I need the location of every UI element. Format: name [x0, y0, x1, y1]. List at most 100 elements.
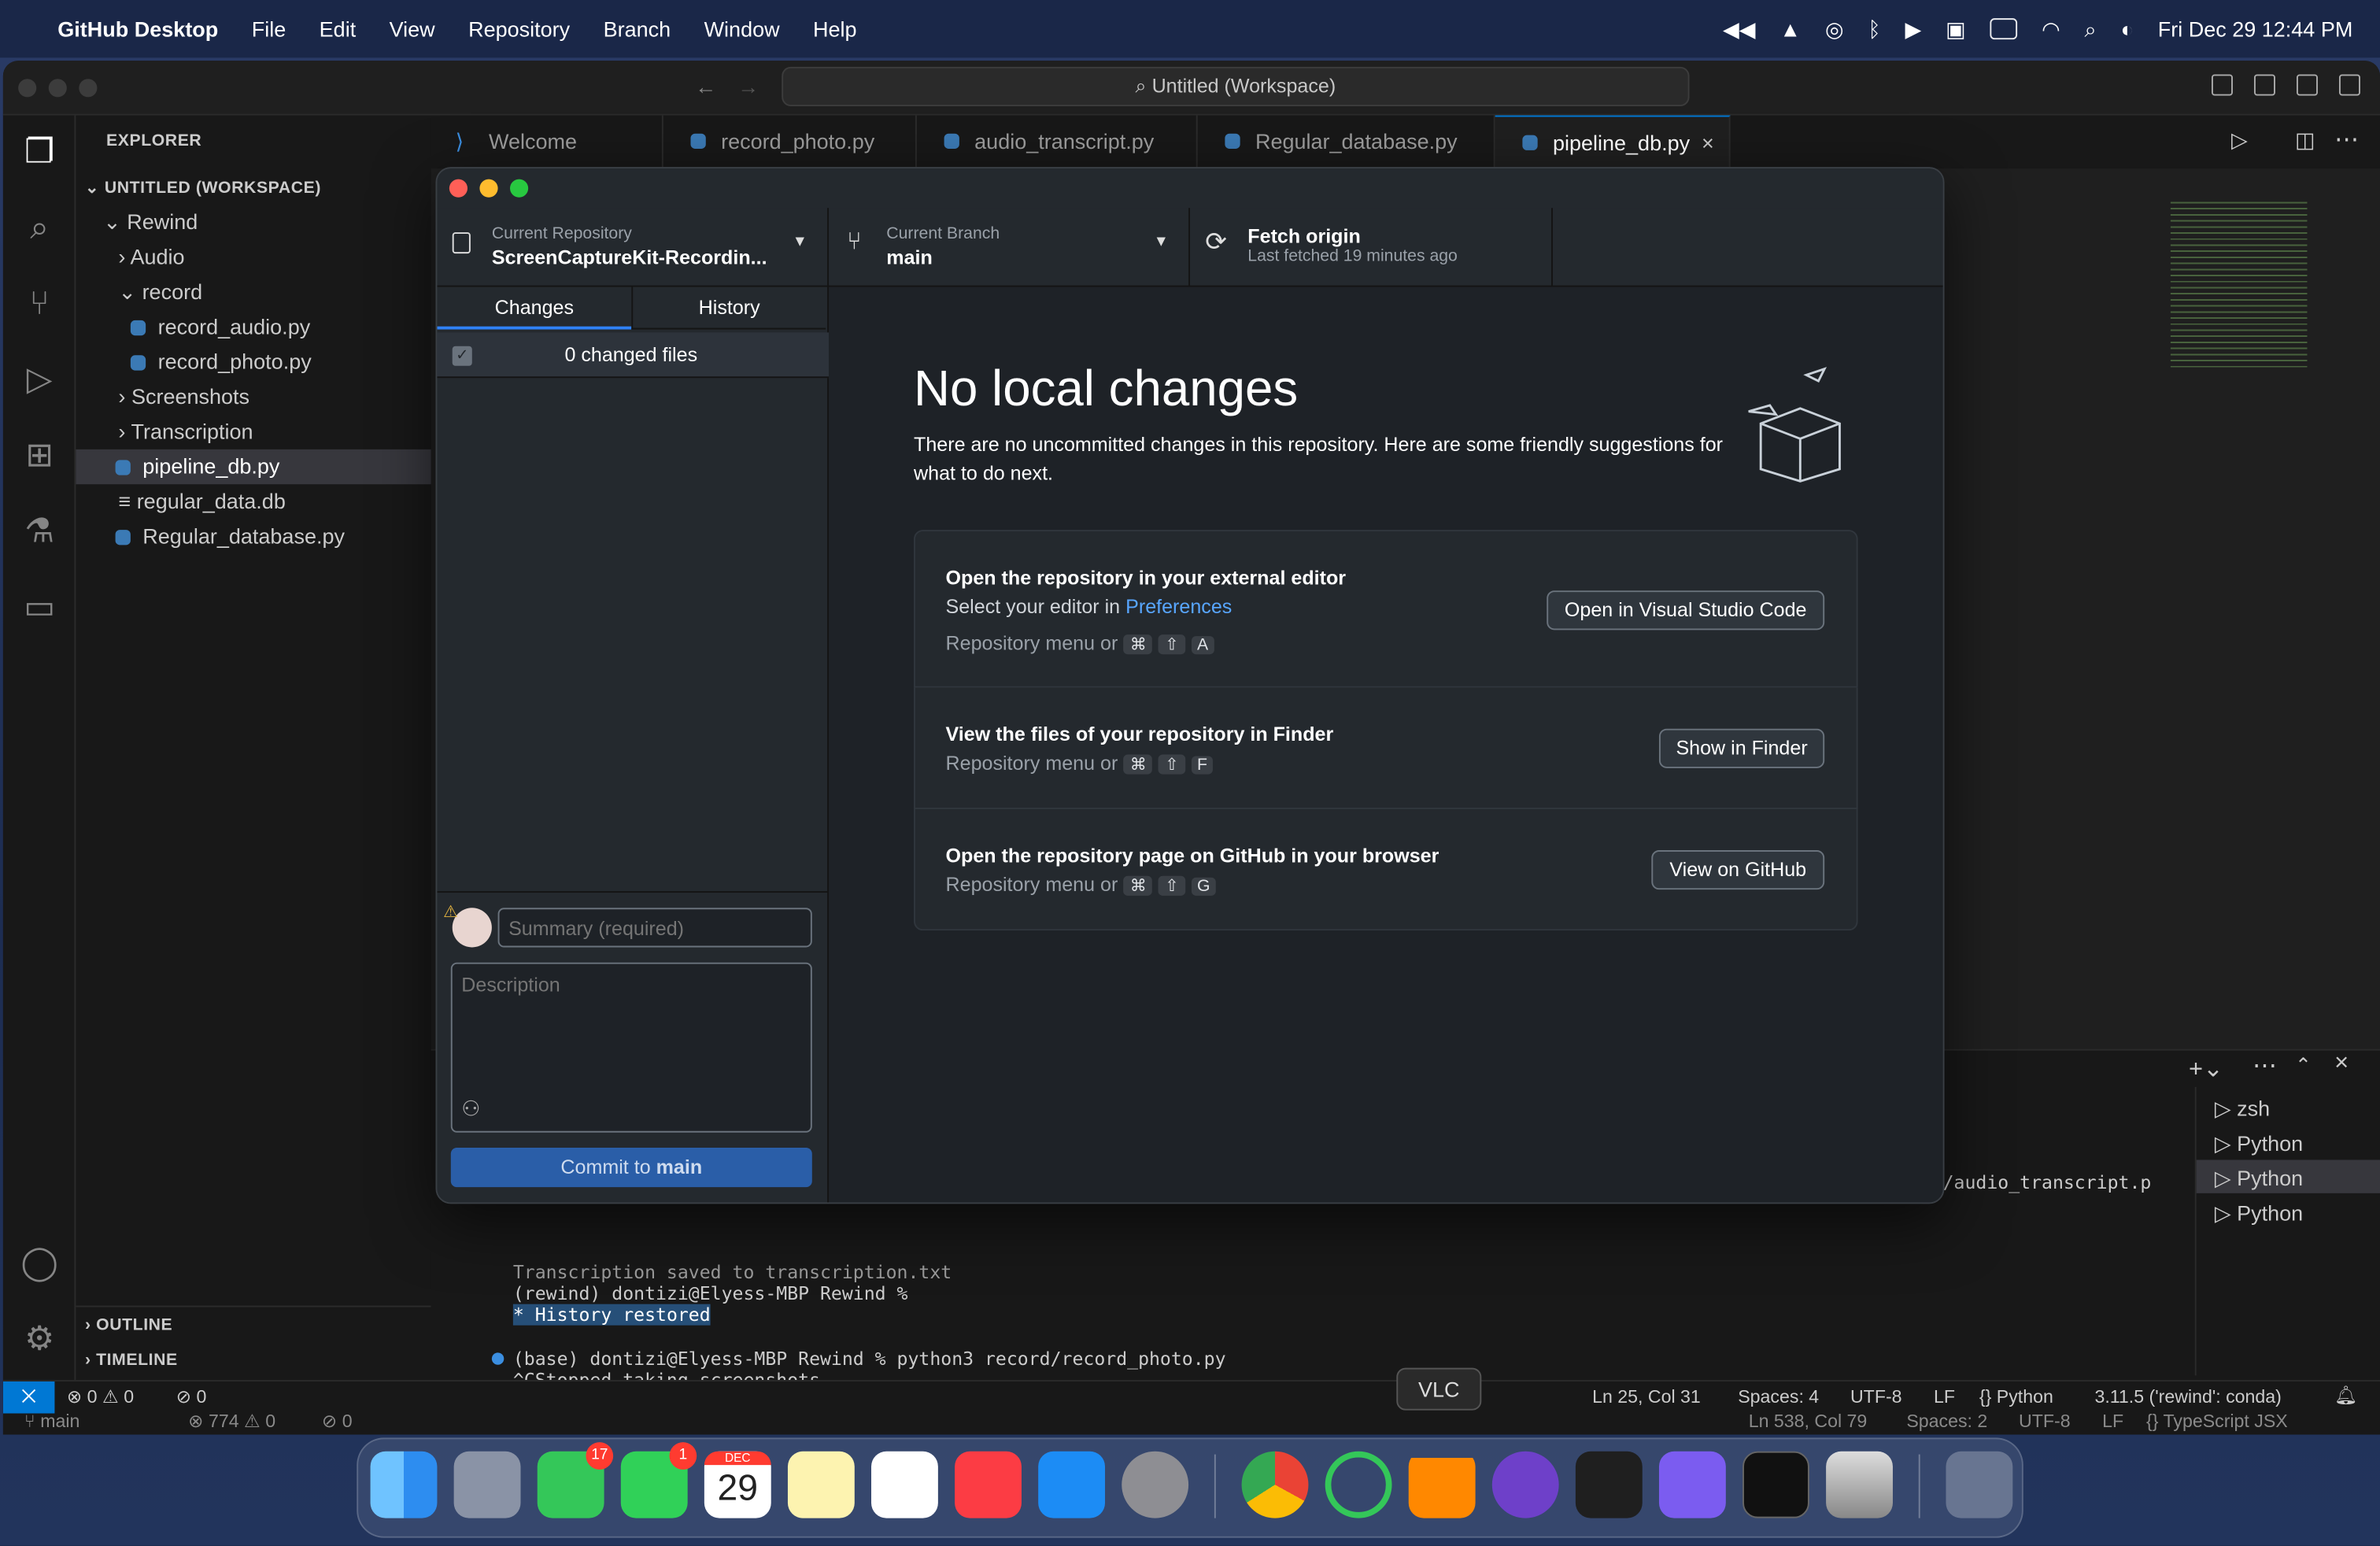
bell-icon[interactable]: 🔔︎	[2334, 1385, 2357, 1406]
ports-indicator[interactable]: ⊘ 0	[176, 1386, 207, 1407]
testing-icon[interactable]: ⚗	[15, 507, 64, 556]
calendar-icon[interactable]: DEC 29	[704, 1451, 771, 1518]
freeform-icon[interactable]	[871, 1451, 938, 1518]
split-editor-icon[interactable]: ◫	[2295, 128, 2315, 153]
bluetooth-icon[interactable]: ᛒ	[1868, 17, 1880, 41]
ports-indicator[interactable]: ⊘ 0	[322, 1414, 353, 1432]
finder-icon[interactable]	[370, 1451, 438, 1518]
tab-welcome[interactable]: ⟩ Welcome	[431, 115, 663, 169]
run-file-icon[interactable]: ▷	[2231, 128, 2248, 153]
tab-pipeline-db[interactable]: pipeline_db.py ×	[1495, 115, 1731, 171]
menu-repository[interactable]: Repository	[468, 17, 570, 41]
source-control-icon[interactable]: ⑂	[15, 279, 64, 328]
cursor-position[interactable]: Ln 25, Col 31	[1592, 1386, 1701, 1407]
more-actions-icon[interactable]: ⋯	[2334, 124, 2359, 155]
menu-branch[interactable]: Branch	[604, 17, 671, 41]
explorer-icon[interactable]: ❐	[15, 128, 64, 176]
eol[interactable]: LF	[1934, 1386, 1955, 1407]
tree-file-record-audio[interactable]: record_audio.py	[130, 314, 310, 338]
more-actions-icon[interactable]: ⋯	[2252, 1051, 2277, 1082]
terminal-session-python[interactable]: ▷ Python	[2215, 1201, 2303, 1227]
menu-help[interactable]: Help	[813, 17, 857, 41]
menu-app-name[interactable]: GitHub Desktop	[57, 17, 218, 41]
tree-folder-audio[interactable]: › Audio	[118, 245, 184, 269]
menu-view[interactable]: View	[390, 17, 435, 41]
toggle-sidebar-icon[interactable]	[2211, 74, 2233, 96]
summary-input[interactable]	[497, 908, 812, 948]
facetime-icon[interactable]: 1	[620, 1442, 697, 1518]
close-tab-icon[interactable]: ×	[1702, 117, 1714, 171]
vscode-icon[interactable]	[1575, 1451, 1643, 1518]
terminal-session-python[interactable]: ▷ Python	[2215, 1166, 2303, 1192]
tree-folder-rewind[interactable]: ⌄ Rewind	[103, 209, 198, 235]
maximize-panel-icon[interactable]: ⌃	[2295, 1053, 2312, 1078]
system-settings-icon[interactable]	[1122, 1451, 1189, 1518]
view-on-github-button[interactable]: View on GitHub	[1651, 850, 1825, 890]
language-mode[interactable]: {} TypeScript JSX	[2146, 1414, 2288, 1432]
vlc-icon[interactable]	[1408, 1451, 1476, 1518]
current-repository-selector[interactable]: Current Repository ScreenCaptureKit-Reco…	[437, 208, 830, 287]
rewind-app-icon[interactable]	[1658, 1451, 1726, 1518]
spotlight-icon[interactable]: ⌕	[2085, 16, 2097, 42]
add-coauthor-icon[interactable]: ⚇	[461, 1096, 480, 1122]
vlc-icon[interactable]: ▲	[1779, 17, 1801, 41]
back-arrow-icon[interactable]: ←	[695, 75, 716, 99]
tree-folder-screenshots[interactable]: › Screenshots	[118, 384, 249, 409]
tree-folder-record[interactable]: ⌄ record	[118, 279, 202, 305]
problems-indicator[interactable]: ⊗ 0 ⚠ 0	[67, 1386, 134, 1407]
tree-file-regular-data-db[interactable]: ≡ regular_data.db	[118, 489, 285, 513]
menu-file[interactable]: File	[252, 17, 286, 41]
user-icon[interactable]: ▣	[1946, 16, 1966, 42]
trash-icon[interactable]	[1946, 1451, 2013, 1518]
indentation[interactable]: Spaces: 2	[1906, 1414, 1987, 1432]
close-window-button[interactable]	[18, 79, 37, 98]
tab-regular-database[interactable]: Regular_database.py	[1198, 115, 1495, 169]
forward-arrow-icon[interactable]: →	[737, 75, 759, 99]
account-icon[interactable]: ◯	[15, 1239, 64, 1288]
description-textarea[interactable]	[450, 962, 812, 1133]
terminal-session-zsh[interactable]: ▷ zsh	[2215, 1096, 2270, 1122]
remote-icon[interactable]: ⨉	[2, 1381, 55, 1415]
clock[interactable]: Fri Dec 29 12:44 PM	[2158, 17, 2353, 41]
tree-file-pipeline-db[interactable]: pipeline_db.py	[115, 454, 279, 479]
gear-icon[interactable]: ⚙	[15, 1315, 64, 1363]
workspace-header[interactable]: ⌄ UNTITLED (WORKSPACE)	[85, 178, 321, 198]
tab-audio-transcript[interactable]: audio_transcript.py	[917, 115, 1198, 169]
zoom-window-button[interactable]	[79, 79, 98, 98]
activity-ring-icon[interactable]	[1325, 1451, 1392, 1518]
show-in-finder-button[interactable]: Show in Finder	[1658, 728, 1825, 768]
extensions-icon[interactable]: ⊞	[15, 431, 64, 480]
remote-explorer-icon[interactable]: ▭	[15, 583, 64, 632]
python-interpreter[interactable]: 3.11.5 ('rewind': conda)	[2094, 1386, 2281, 1407]
github-desktop-icon[interactable]	[1491, 1451, 1559, 1518]
tab-changes[interactable]: Changes	[437, 287, 632, 330]
rewind-icon[interactable]: ◀◀	[1723, 16, 1756, 42]
fetch-origin-button[interactable]: ⟳ Fetch origin Last fetched 19 minutes a…	[1190, 208, 1553, 287]
encoding[interactable]: UTF-8	[2019, 1414, 2071, 1432]
notes-icon[interactable]	[787, 1451, 855, 1518]
creative-cloud-icon[interactable]: ◎	[1825, 16, 1844, 42]
messages-icon[interactable]: 17	[537, 1442, 614, 1518]
minimize-window-button[interactable]	[479, 179, 498, 198]
menu-window[interactable]: Window	[704, 17, 780, 41]
search-icon[interactable]: ⌕	[15, 203, 64, 252]
launchpad-icon[interactable]	[453, 1451, 521, 1518]
toggle-panel-icon[interactable]	[2253, 74, 2275, 96]
cursor-position[interactable]: Ln 538, Col 79	[1749, 1414, 1868, 1432]
toggle-secondary-sidebar-icon[interactable]	[2296, 74, 2318, 96]
close-panel-icon[interactable]: ×	[2334, 1051, 2349, 1078]
terminal-icon[interactable]	[1743, 1451, 1809, 1518]
zoom-window-button[interactable]	[510, 179, 529, 198]
tree-file-regular-database[interactable]: Regular_database.py	[115, 523, 345, 548]
problems-indicator[interactable]: ⊗ 774 ⚠ 0	[188, 1414, 275, 1432]
commit-button[interactable]: Commit to main	[450, 1148, 812, 1188]
language-mode[interactable]: {} Python	[1979, 1386, 2053, 1407]
select-all-checkbox[interactable]: ✓	[452, 346, 472, 366]
preferences-link[interactable]: Preferences	[1125, 595, 1232, 618]
tab-record-photo[interactable]: record_photo.py	[663, 115, 917, 169]
eol[interactable]: LF	[2102, 1414, 2123, 1432]
encoding[interactable]: UTF-8	[1850, 1386, 1902, 1407]
customize-layout-icon[interactable]	[2338, 74, 2360, 96]
new-terminal-icon[interactable]: +⌄	[2189, 1053, 2223, 1084]
tree-folder-transcription[interactable]: › Transcription	[118, 419, 253, 443]
